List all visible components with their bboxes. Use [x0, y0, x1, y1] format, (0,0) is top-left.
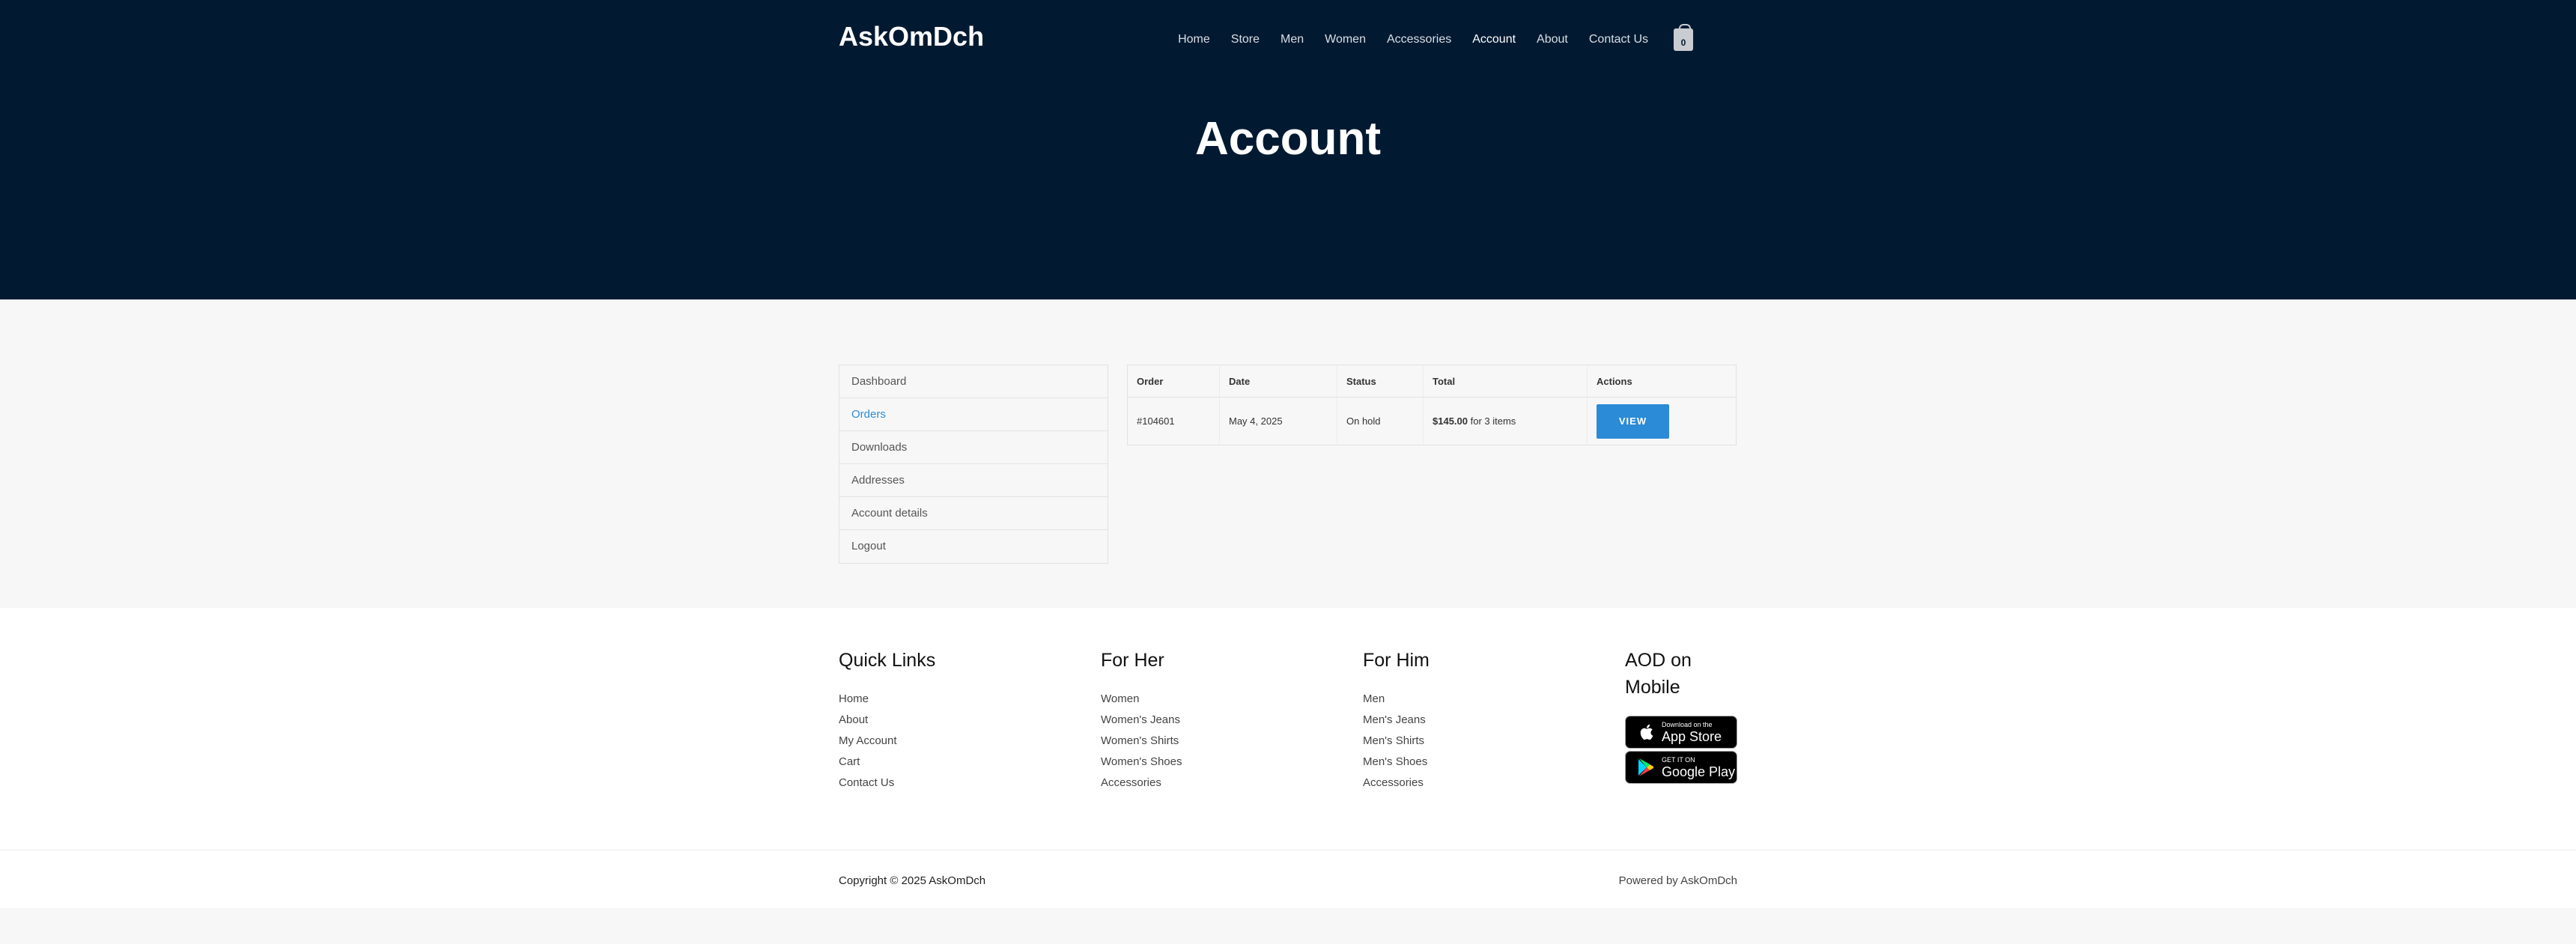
app-store-big-text: App Store — [1662, 728, 1722, 744]
google-play-icon — [1636, 757, 1656, 778]
footer-link-him-accessories[interactable]: Accessories — [1363, 773, 1558, 794]
app-store-small-text: Download on the — [1662, 720, 1713, 728]
cart-icon[interactable]: 0 — [1674, 24, 1693, 51]
nav-account[interactable]: Account — [1472, 33, 1516, 46]
cart-count: 0 — [1680, 37, 1686, 48]
powered-by-text: Powered by AskOmDch — [1618, 874, 1737, 887]
footer-mobile: AOD on Mobile Download on the App Store … — [1625, 647, 1737, 786]
footer-link-mens-jeans[interactable]: Men's Jeans — [1363, 710, 1558, 731]
google-play-small-text: GET IT ON — [1662, 755, 1695, 764]
page-title: Account — [1195, 113, 1381, 165]
bottom-bar: Copyright © 2025 AskOmDch Powered by Ask… — [0, 850, 2576, 908]
copyright-text: Copyright © 2025 AskOmDch — [839, 874, 986, 887]
footer-link-my-account[interactable]: My Account — [839, 731, 1033, 752]
nav-store[interactable]: Store — [1231, 33, 1260, 46]
account-nav-downloads[interactable]: Downloads — [839, 431, 1108, 464]
view-order-button[interactable]: VIEW — [1597, 404, 1669, 439]
order-total: $145.00 for 3 items — [1423, 397, 1588, 445]
col-status: Status — [1337, 365, 1424, 398]
account-nav-logout[interactable]: Logout — [839, 530, 1108, 563]
footer-heading: Quick Links — [839, 650, 936, 671]
footer-link-women[interactable]: Women — [1101, 689, 1295, 710]
account-navigation: Dashboard Orders Downloads Addresses Acc… — [839, 365, 1108, 564]
footer-link-her-accessories[interactable]: Accessories — [1101, 773, 1295, 794]
account-content: Dashboard Orders Downloads Addresses Acc… — [0, 299, 2576, 608]
orders-header-row: Order Date Status Total Actions — [1127, 365, 1737, 398]
table-row: #104601 May 4, 2025 On hold $145.00 for … — [1127, 397, 1737, 445]
order-total-items: for 3 items — [1468, 415, 1516, 427]
site-footer: Quick Links Home About My Account Cart C… — [0, 608, 2576, 850]
account-nav-account-details[interactable]: Account details — [839, 497, 1108, 530]
page-bottom-strip — [0, 908, 2576, 944]
account-nav-orders[interactable]: Orders — [839, 398, 1108, 431]
footer-link-home[interactable]: Home — [839, 689, 1033, 710]
nav-women[interactable]: Women — [1325, 33, 1366, 46]
app-store-badge[interactable]: Download on the App Store — [1625, 716, 1737, 749]
nav-home[interactable]: Home — [1178, 33, 1210, 46]
account-nav-dashboard[interactable]: Dashboard — [839, 365, 1108, 398]
site-logo[interactable]: AskOmDch — [839, 21, 984, 52]
footer-link-men[interactable]: Men — [1363, 689, 1558, 710]
footer-for-him: For Him Men Men's Jeans Men's Shirts Men… — [1363, 647, 1558, 794]
site-header: AskOmDch Home Store Men Women Accessorie… — [0, 0, 2576, 299]
col-date: Date — [1219, 365, 1337, 398]
google-play-badge[interactable]: GET IT ON Google Play — [1625, 751, 1737, 784]
footer-heading: AOD on Mobile — [1625, 650, 1692, 698]
order-status: On hold — [1337, 397, 1424, 445]
footer-link-womens-shirts[interactable]: Women's Shirts — [1101, 731, 1295, 752]
nav-about[interactable]: About — [1537, 33, 1568, 46]
order-total-amount: $145.00 — [1433, 415, 1468, 427]
footer-link-contact[interactable]: Contact Us — [839, 773, 1033, 794]
col-order: Order — [1127, 365, 1220, 398]
main-nav: Home Store Men Women Accessories Account… — [1157, 24, 1693, 51]
orders-table: Order Date Status Total Actions #104601 … — [1127, 365, 1737, 445]
footer-for-her: For Her Women Women's Jeans Women's Shir… — [1101, 647, 1295, 794]
footer-link-about[interactable]: About — [839, 710, 1033, 731]
col-total: Total — [1423, 365, 1588, 398]
footer-link-cart[interactable]: Cart — [839, 752, 1033, 773]
order-actions: VIEW — [1588, 398, 1737, 445]
footer-link-mens-shoes[interactable]: Men's Shoes — [1363, 752, 1558, 773]
apple-icon — [1636, 722, 1656, 743]
footer-link-mens-shirts[interactable]: Men's Shirts — [1363, 731, 1558, 752]
footer-heading: For Her — [1101, 650, 1164, 671]
account-nav-addresses[interactable]: Addresses — [839, 464, 1108, 497]
order-number[interactable]: #104601 — [1127, 397, 1220, 445]
footer-heading: For Him — [1363, 650, 1430, 671]
nav-contact[interactable]: Contact Us — [1589, 33, 1648, 46]
nav-men[interactable]: Men — [1281, 33, 1304, 46]
footer-quick-links: Quick Links Home About My Account Cart C… — [839, 647, 1033, 794]
google-play-big-text: Google Play — [1662, 764, 1736, 779]
nav-accessories[interactable]: Accessories — [1387, 33, 1451, 46]
order-date: May 4, 2025 — [1219, 397, 1337, 445]
col-actions: Actions — [1587, 365, 1737, 398]
footer-link-womens-shoes[interactable]: Women's Shoes — [1101, 752, 1295, 773]
footer-link-womens-jeans[interactable]: Women's Jeans — [1101, 710, 1295, 731]
